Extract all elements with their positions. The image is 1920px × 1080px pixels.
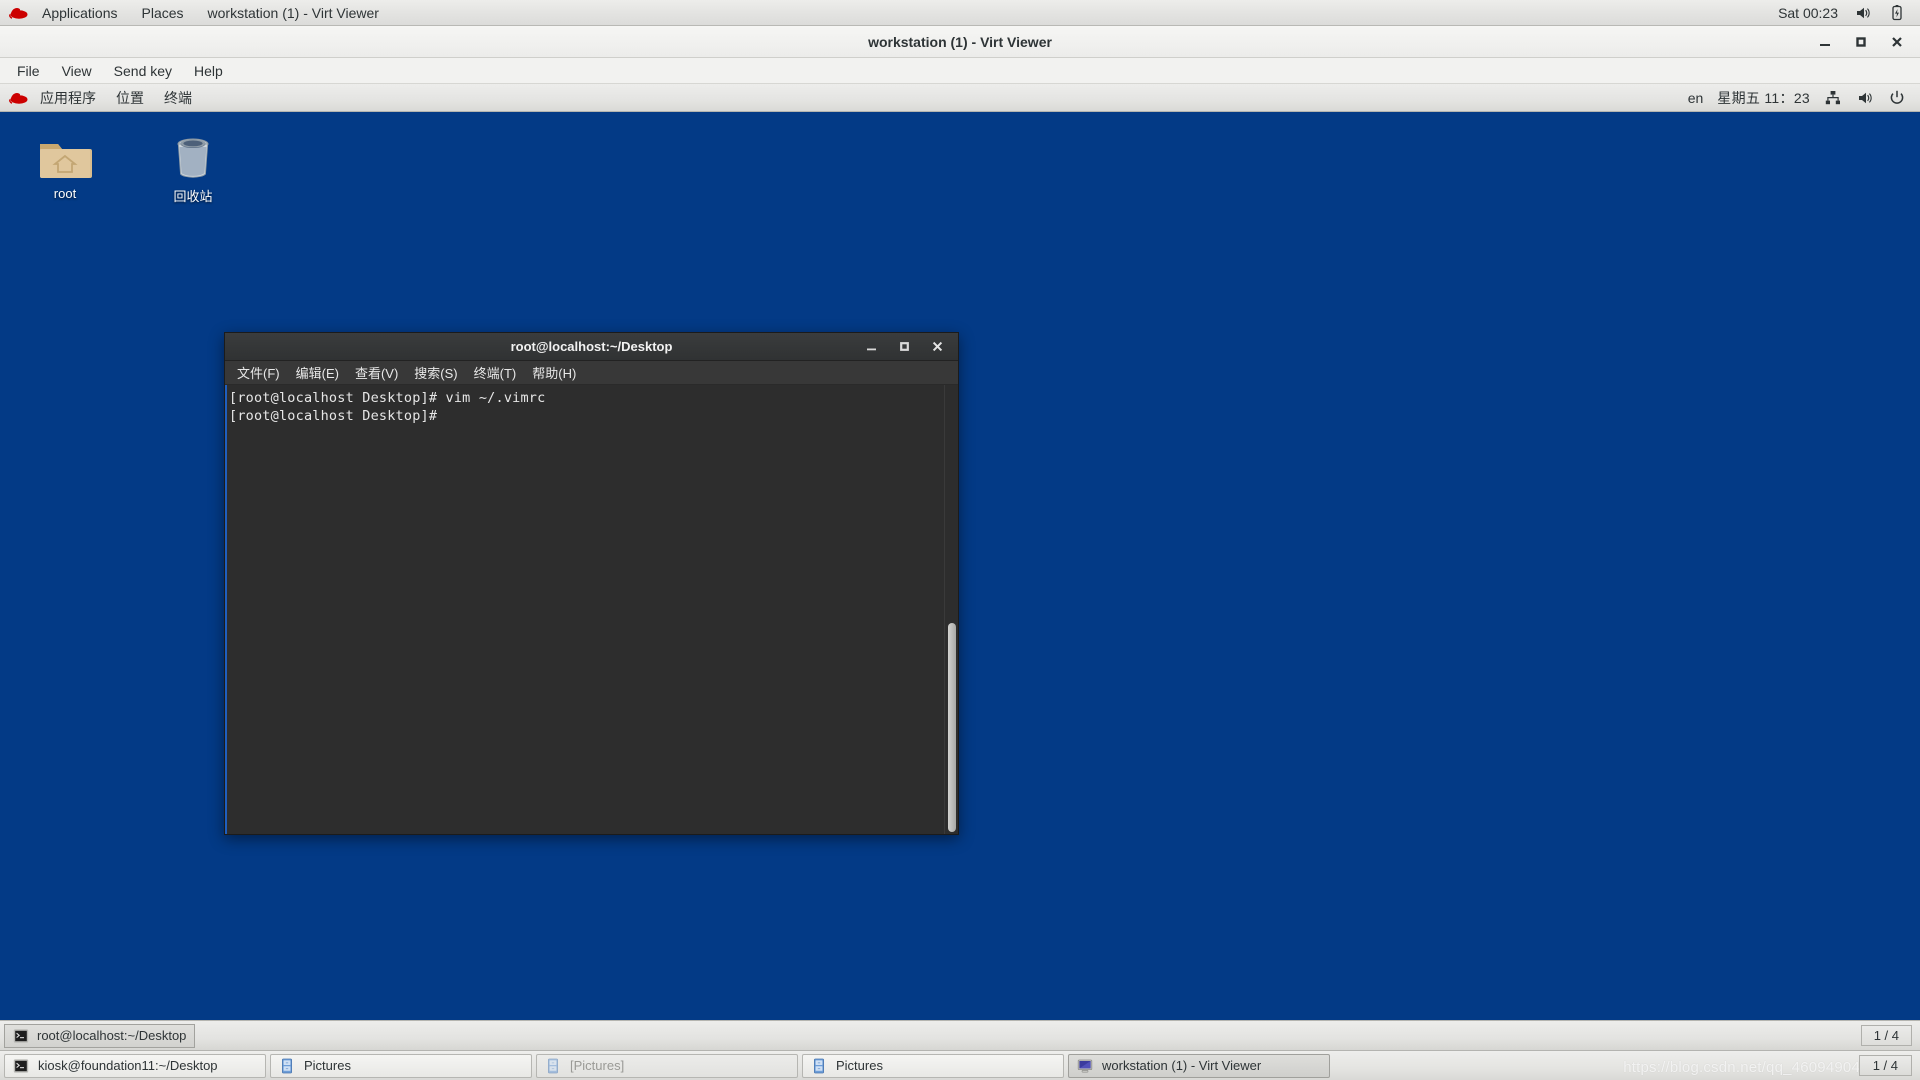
- virt-viewer-window: workstation (1) - Virt Viewer File View …: [0, 26, 1920, 1050]
- virt-viewer-maximize-button[interactable]: [1854, 35, 1868, 49]
- guest-menu-applications[interactable]: 应用程序: [30, 85, 106, 111]
- host-clock[interactable]: Sat 00:23: [1778, 5, 1838, 21]
- volume-icon[interactable]: [1856, 89, 1874, 107]
- desktop-icon-trash-label: 回收站: [173, 189, 213, 204]
- guest-workspace-indicator[interactable]: 1 / 4: [1860, 1025, 1912, 1046]
- guest-task-terminal-label: root@localhost:~/Desktop: [37, 1028, 187, 1043]
- virt-viewer-menu-send-key[interactable]: Send key: [103, 60, 183, 82]
- host-menu-applications[interactable]: Applications: [30, 2, 130, 24]
- host-menu-window-title[interactable]: workstation (1) - Virt Viewer: [196, 2, 391, 24]
- home-folder-icon: [20, 130, 110, 186]
- host-task-pictures-minimized[interactable]: [Pictures]: [536, 1053, 798, 1078]
- guest-menu-terminal[interactable]: 终端: [154, 85, 202, 111]
- trash-icon: [148, 130, 238, 186]
- terminal-scrollbar-thumb[interactable]: [948, 622, 956, 832]
- host-tray: Sat 00:23: [1778, 4, 1920, 22]
- terminal-icon: [13, 1028, 29, 1044]
- virt-viewer-menu-file[interactable]: File: [6, 60, 51, 82]
- host-menu-places[interactable]: Places: [130, 2, 196, 24]
- host-top-panel: Applications Places workstation (1) - Vi…: [0, 0, 1920, 26]
- terminal-body[interactable]: [root@localhost Desktop]# vim ~/.vimrc […: [225, 385, 958, 834]
- host-workspace-indicator[interactable]: 1 / 4: [1858, 1055, 1912, 1076]
- host-menubar: Applications Places workstation (1) - Vi…: [30, 2, 391, 24]
- terminal-output[interactable]: [root@localhost Desktop]# vim ~/.vimrc […: [225, 385, 944, 834]
- guest-task-terminal[interactable]: root@localhost:~/Desktop: [4, 1023, 196, 1048]
- terminal-menu-terminal[interactable]: 终端(T): [466, 361, 525, 384]
- virt-viewer-minimize-button[interactable]: [1818, 35, 1832, 49]
- guest-top-panel: 应用程序 位置 终端 en 星期五 11：23: [0, 84, 1920, 112]
- terminal-titlebar[interactable]: root@localhost:~/Desktop: [225, 333, 958, 361]
- virt-viewer-titlebar[interactable]: workstation (1) - Virt Viewer: [0, 26, 1920, 58]
- virt-viewer-window-controls: [1818, 35, 1920, 49]
- desktop-icon-trash[interactable]: 回收站: [148, 130, 238, 205]
- host-task-virt-viewer-label: workstation (1) - Virt Viewer: [1102, 1058, 1262, 1073]
- network-icon[interactable]: [1824, 89, 1842, 107]
- guest-clock[interactable]: 星期五 11：23: [1717, 88, 1810, 108]
- terminal-left-edge: [225, 385, 227, 834]
- virt-viewer-menubar: File View Send key Help: [0, 58, 1920, 84]
- terminal-menu-search[interactable]: 搜索(S): [406, 361, 465, 384]
- host-task-pictures-1[interactable]: Pictures: [270, 1053, 532, 1078]
- host-task-virt-viewer[interactable]: workstation (1) - Virt Viewer: [1068, 1053, 1330, 1078]
- redhat-logo-icon: [8, 4, 30, 22]
- virt-viewer-close-button[interactable]: [1890, 35, 1904, 49]
- terminal-minimize-button[interactable]: [865, 340, 878, 353]
- guest-menu-places[interactable]: 位置: [106, 85, 154, 111]
- terminal-menu-file[interactable]: 文件(F): [229, 361, 288, 384]
- terminal-scrollbar[interactable]: [944, 385, 958, 834]
- terminal-icon: [13, 1058, 29, 1074]
- redhat-logo-icon: [8, 89, 30, 107]
- terminal-menu-help[interactable]: 帮助(H): [524, 361, 584, 384]
- volume-icon[interactable]: [1854, 4, 1872, 22]
- guest-input-method-indicator[interactable]: en: [1688, 90, 1704, 106]
- power-icon[interactable]: [1888, 89, 1906, 107]
- host-task-pictures-2-label: Pictures: [836, 1058, 883, 1073]
- virt-viewer-title: workstation (1) - Virt Viewer: [868, 33, 1052, 50]
- terminal-menu-edit[interactable]: 编辑(E): [288, 361, 347, 384]
- file-manager-icon: [811, 1058, 827, 1074]
- host-desktop: Applications Places workstation (1) - Vi…: [0, 0, 1920, 1080]
- guest-bottom-panel: root@localhost:~/Desktop 1 / 4: [0, 1020, 1920, 1050]
- host-task-pictures-1-label: Pictures: [304, 1058, 351, 1073]
- virt-viewer-menu-view[interactable]: View: [51, 60, 103, 82]
- csdn-watermark: https://blog.csdn.net/qq_46094904: [1623, 1059, 1860, 1076]
- terminal-close-button[interactable]: [931, 340, 944, 353]
- terminal-menu-view[interactable]: 查看(V): [347, 361, 406, 384]
- host-task-pictures-2[interactable]: Pictures: [802, 1053, 1064, 1078]
- terminal-title: root@localhost:~/Desktop: [510, 339, 673, 354]
- terminal-window: root@localhost:~/Desktop 文件(F) 编辑(E) 查看(…: [224, 332, 959, 835]
- host-bottom-panel: kiosk@foundation11:~/Desktop Pictures [P…: [0, 1050, 1920, 1080]
- battery-charging-icon[interactable]: [1888, 4, 1906, 22]
- file-manager-icon: [545, 1058, 561, 1074]
- virt-viewer-menu-help[interactable]: Help: [183, 60, 234, 82]
- host-task-pictures-minimized-label: [Pictures]: [570, 1058, 625, 1073]
- guest-desktop-area[interactable]: root 回收站 root@localhost:~/Desktop 文件(F) …: [0, 112, 1920, 1002]
- terminal-window-controls: [865, 340, 958, 353]
- desktop-icon-root-label: root: [53, 186, 77, 201]
- host-task-kiosk-terminal-label: kiosk@foundation11:~/Desktop: [38, 1058, 218, 1073]
- display-icon: [1077, 1058, 1093, 1074]
- desktop-icon-root[interactable]: root: [20, 130, 110, 201]
- terminal-menubar: 文件(F) 编辑(E) 查看(V) 搜索(S) 终端(T) 帮助(H): [225, 361, 958, 385]
- guest-tray: en 星期五 11：23: [1688, 88, 1920, 108]
- terminal-maximize-button[interactable]: [898, 340, 911, 353]
- guest-screen: 应用程序 位置 终端 en 星期五 11：23 root 回收站 root@lo…: [0, 84, 1920, 1050]
- host-task-kiosk-terminal[interactable]: kiosk@foundation11:~/Desktop: [4, 1053, 266, 1078]
- file-manager-icon: [279, 1058, 295, 1074]
